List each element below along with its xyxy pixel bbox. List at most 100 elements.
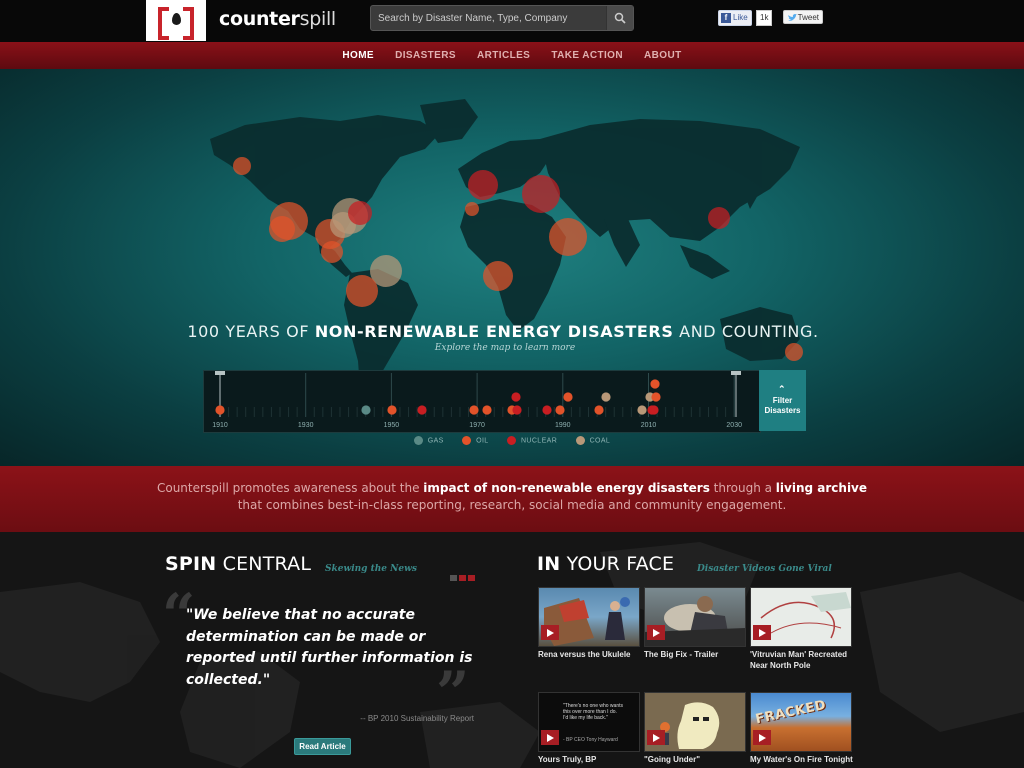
- thumbnail-title: FRACKED: [754, 697, 828, 728]
- play-icon[interactable]: [647, 730, 665, 745]
- mission-band: Counterspill promotes awareness about th…: [0, 466, 1024, 532]
- disaster-marker[interactable]: [321, 241, 343, 263]
- content-section: SPIN CENTRAL Skewing the News “ "We beli…: [0, 532, 1024, 768]
- spin-central-subtitle: Skewing the News: [325, 564, 417, 574]
- like-count: 1k: [756, 10, 773, 26]
- play-icon[interactable]: [753, 730, 771, 745]
- disaster-marker[interactable]: [549, 218, 587, 256]
- mission-statement: Counterspill promotes awareness about th…: [156, 481, 868, 512]
- spin-central-title: SPIN CENTRAL: [165, 553, 312, 575]
- disaster-marker[interactable]: [522, 175, 560, 213]
- in-your-face-title: IN YOUR FACE: [537, 553, 675, 575]
- timeline-marker[interactable]: [512, 405, 522, 415]
- search-box: [370, 5, 634, 31]
- thumbnail-credit: - BP CEO Tony Hayward: [563, 737, 618, 743]
- carousel-dots[interactable]: [450, 566, 477, 585]
- disaster-marker[interactable]: [708, 207, 730, 229]
- thumbnail-quote: "There's no one who wants this over more…: [563, 703, 623, 721]
- timeline-marker[interactable]: [594, 405, 604, 415]
- play-icon[interactable]: [753, 625, 771, 640]
- nav-take-action[interactable]: TAKE ACTION: [551, 42, 623, 69]
- timeline-marker[interactable]: [215, 405, 225, 415]
- site-wordmark[interactable]: counterspill: [219, 8, 336, 30]
- timeline-marker[interactable]: [511, 392, 521, 402]
- disaster-marker[interactable]: [346, 275, 378, 307]
- timeline-year-label: 1970: [469, 422, 485, 429]
- background-map: [0, 542, 1024, 768]
- timeline-year-label: 1990: [555, 422, 571, 429]
- search-button[interactable]: [606, 6, 633, 30]
- facebook-like-button[interactable]: f Like: [718, 10, 752, 26]
- quote-source: -- BP 2010 Sustainability Report: [360, 714, 474, 723]
- nav-about[interactable]: ABOUT: [644, 42, 682, 69]
- timeline-range-handle[interactable]: [215, 371, 225, 375]
- video-card[interactable]: "Going Under": [644, 692, 746, 768]
- video-card[interactable]: FRACKED My Water's On Fire Tonight: [750, 692, 853, 768]
- filter-disasters-button[interactable]: ⌃ Filter Disasters: [759, 370, 806, 431]
- video-card[interactable]: The Big Fix - Trailer: [644, 587, 746, 687]
- in-your-face-subtitle: Disaster Videos Gone Viral: [697, 564, 832, 574]
- timeline-year-label: 1910: [212, 422, 228, 429]
- hero-map-section: 100 YEARS OF NON-RENEWABLE ENERGY DISAST…: [0, 69, 1024, 466]
- timeline-marker[interactable]: [555, 405, 565, 415]
- disaster-marker[interactable]: [468, 170, 498, 200]
- timeline-chart: 1910 1930 1950 1970 1990 2010 2030: [212, 371, 742, 429]
- twitter-bird-icon: [788, 14, 797, 21]
- timeline-marker[interactable]: [542, 405, 552, 415]
- timeline-marker[interactable]: [649, 405, 659, 415]
- video-card[interactable]: 'Vitruvian Man' Recreated Near North Pol…: [750, 587, 852, 687]
- legend-nuclear[interactable]: NUCLEAR: [506, 436, 557, 445]
- timeline-marker[interactable]: [637, 405, 647, 415]
- timeline-marker[interactable]: [650, 379, 660, 389]
- timeline-marker[interactable]: [361, 405, 371, 415]
- hero-title: 100 YEARS OF NON-RENEWABLE ENERGY DISAST…: [187, 322, 819, 341]
- carousel-dot[interactable]: [450, 575, 457, 581]
- carousel-dot[interactable]: [459, 575, 466, 581]
- timeline-range-handle[interactable]: [731, 371, 741, 375]
- video-caption[interactable]: My Water's On Fire Tonight: [750, 754, 858, 765]
- carousel-dot[interactable]: [468, 575, 475, 581]
- chevron-up-icon: ⌃: [778, 384, 786, 394]
- video-caption[interactable]: Yours Truly, BP: [538, 754, 646, 765]
- facebook-icon: f: [721, 12, 731, 23]
- legend-oil[interactable]: OIL: [462, 436, 488, 445]
- disaster-marker[interactable]: [269, 216, 295, 242]
- timeline-year-label: 1930: [298, 422, 314, 429]
- search-icon: [614, 12, 626, 24]
- video-card[interactable]: "There's no one who wants this over more…: [538, 692, 640, 768]
- disaster-marker[interactable]: [233, 157, 251, 175]
- video-caption[interactable]: The Big Fix - Trailer: [644, 649, 752, 660]
- disaster-marker[interactable]: [348, 201, 372, 225]
- search-input[interactable]: [371, 6, 603, 30]
- nav-disasters[interactable]: DISASTERS: [395, 42, 456, 69]
- play-icon[interactable]: [647, 625, 665, 640]
- video-card[interactable]: Rena versus the Ukulele: [538, 587, 640, 687]
- main-nav: HOME DISASTERS ARTICLES TAKE ACTION ABOU…: [0, 42, 1024, 70]
- video-caption[interactable]: Rena versus the Ukulele: [538, 649, 646, 660]
- play-icon[interactable]: [541, 730, 559, 745]
- timeline[interactable]: 1910 1930 1950 1970 1990 2010 2030: [203, 370, 761, 433]
- legend-coal[interactable]: COAL: [575, 436, 611, 445]
- tweet-button[interactable]: Tweet: [783, 10, 823, 24]
- timeline-marker[interactable]: [601, 392, 611, 402]
- video-caption[interactable]: "Going Under": [644, 754, 752, 765]
- timeline-marker[interactable]: [469, 405, 479, 415]
- video-caption[interactable]: 'Vitruvian Man' Recreated Near North Pol…: [750, 649, 858, 671]
- disaster-marker[interactable]: [465, 202, 479, 216]
- timeline-year-label: 1950: [384, 422, 400, 429]
- hero-subtitle: Explore the map to learn more: [434, 343, 576, 353]
- logo-icon[interactable]: [146, 0, 206, 41]
- timeline-marker[interactable]: [563, 392, 573, 402]
- timeline-marker[interactable]: [387, 405, 397, 415]
- map-legend: GAS OIL NUCLEAR COAL: [0, 436, 1024, 445]
- timeline-marker[interactable]: [417, 405, 427, 415]
- disaster-marker[interactable]: [483, 261, 513, 291]
- read-article-button[interactable]: Read Article: [294, 738, 351, 755]
- timeline-marker[interactable]: [482, 405, 492, 415]
- nav-home[interactable]: HOME: [342, 42, 374, 69]
- play-icon[interactable]: [541, 625, 559, 640]
- timeline-year-label: 2010: [641, 422, 657, 429]
- nav-articles[interactable]: ARTICLES: [477, 42, 530, 69]
- legend-gas[interactable]: GAS: [413, 436, 444, 445]
- timeline-marker[interactable]: [651, 392, 661, 402]
